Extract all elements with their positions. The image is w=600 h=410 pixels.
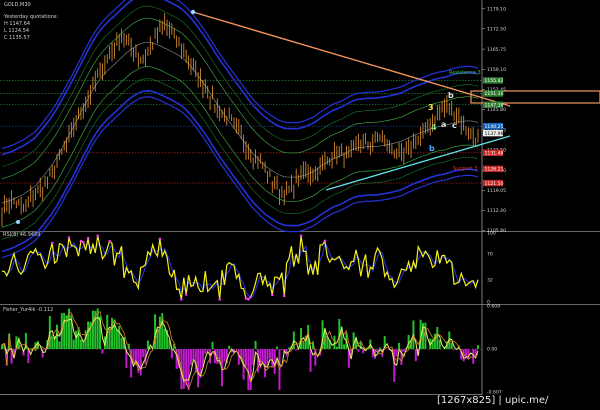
- price-tick-label: 1105.80: [487, 228, 506, 234]
- price-tick-label: 1172.50: [487, 26, 506, 32]
- price-tick-label: 1165.75: [487, 47, 506, 53]
- wave-label: c: [452, 121, 457, 130]
- rsi-extreme-dot: [158, 237, 162, 241]
- rsi-extreme-dot: [247, 297, 250, 301]
- price-tick-label: 1179.10: [487, 6, 506, 12]
- rsi-extreme-dot: [299, 234, 303, 238]
- price-tag-label: 1126.21: [485, 167, 504, 173]
- price-tick-label: 1119.05: [487, 188, 506, 194]
- rsi-extreme-dot: [108, 239, 111, 243]
- price-tag-label: 1151.10: [485, 91, 504, 97]
- rsi-extreme-dot: [79, 239, 83, 243]
- wave-label: 3: [428, 103, 434, 112]
- wave-label: b: [429, 144, 435, 153]
- quotations-title: Yesterday quotations:: [3, 14, 58, 20]
- chart-canvas: 3ba c4b 10070320 0.6090.00-0.607 1179.101…: [0, 0, 600, 410]
- rsi-extreme-dot: [180, 297, 183, 301]
- rsi-extreme-dot: [270, 293, 274, 297]
- price-tag-label: 1121.50: [485, 181, 504, 187]
- rsi-tick-label: 32: [487, 278, 493, 284]
- resistance-3-label: Resistance 3: [449, 70, 481, 76]
- rsi-extreme-dot: [249, 295, 253, 298]
- fisher-tick-label: 0.00: [487, 347, 497, 353]
- rsi-extreme-dot: [50, 241, 54, 245]
- watermark: [1267x825] | upic.me/: [437, 395, 549, 406]
- price-tag-label: 1140.25: [485, 124, 504, 130]
- price-tick-label: 1159.10: [487, 67, 506, 73]
- wave-label: 4: [431, 123, 437, 132]
- rsi-extreme-dot: [184, 293, 188, 296]
- price-tag-label: 1155.42: [485, 78, 504, 84]
- rsi-tick-label: 70: [487, 251, 493, 257]
- rsi-extreme-dot: [323, 239, 327, 243]
- support-3-label: Support 3: [453, 166, 478, 172]
- rsi-extreme-dot: [96, 234, 99, 238]
- swing-marker: [16, 220, 20, 224]
- rsi-extreme-dot: [282, 294, 286, 298]
- rsi-title: RSI(8) 46.9459: [3, 232, 40, 238]
- rsi-extreme-dot: [244, 297, 248, 300]
- rsi-extreme-dot: [86, 236, 90, 240]
- fisher-title: Fisher_Yur4ik -0.112: [3, 307, 53, 313]
- wave-label: a: [441, 120, 446, 129]
- price-tag-label: 1137.96: [485, 131, 504, 137]
- quote-high: H 1147.64: [4, 21, 30, 27]
- swing-marker: [190, 9, 196, 15]
- price-tick-label: 1112.40: [487, 208, 506, 214]
- quote-close: C 1135.57: [4, 35, 30, 41]
- fisher-tick-label: 0.609: [487, 304, 500, 310]
- price-tag-label: 1147.38: [485, 102, 504, 108]
- rsi-extreme-dot: [82, 240, 85, 244]
- rsi-extreme-dot: [218, 297, 221, 301]
- wave-label: b: [448, 91, 454, 100]
- price-tag-label: 1131.48: [485, 151, 504, 157]
- rsi-extreme-dot: [67, 236, 71, 239]
- symbol-label: GOLD,M30: [4, 2, 31, 8]
- quote-low: L 1124.54: [4, 28, 29, 34]
